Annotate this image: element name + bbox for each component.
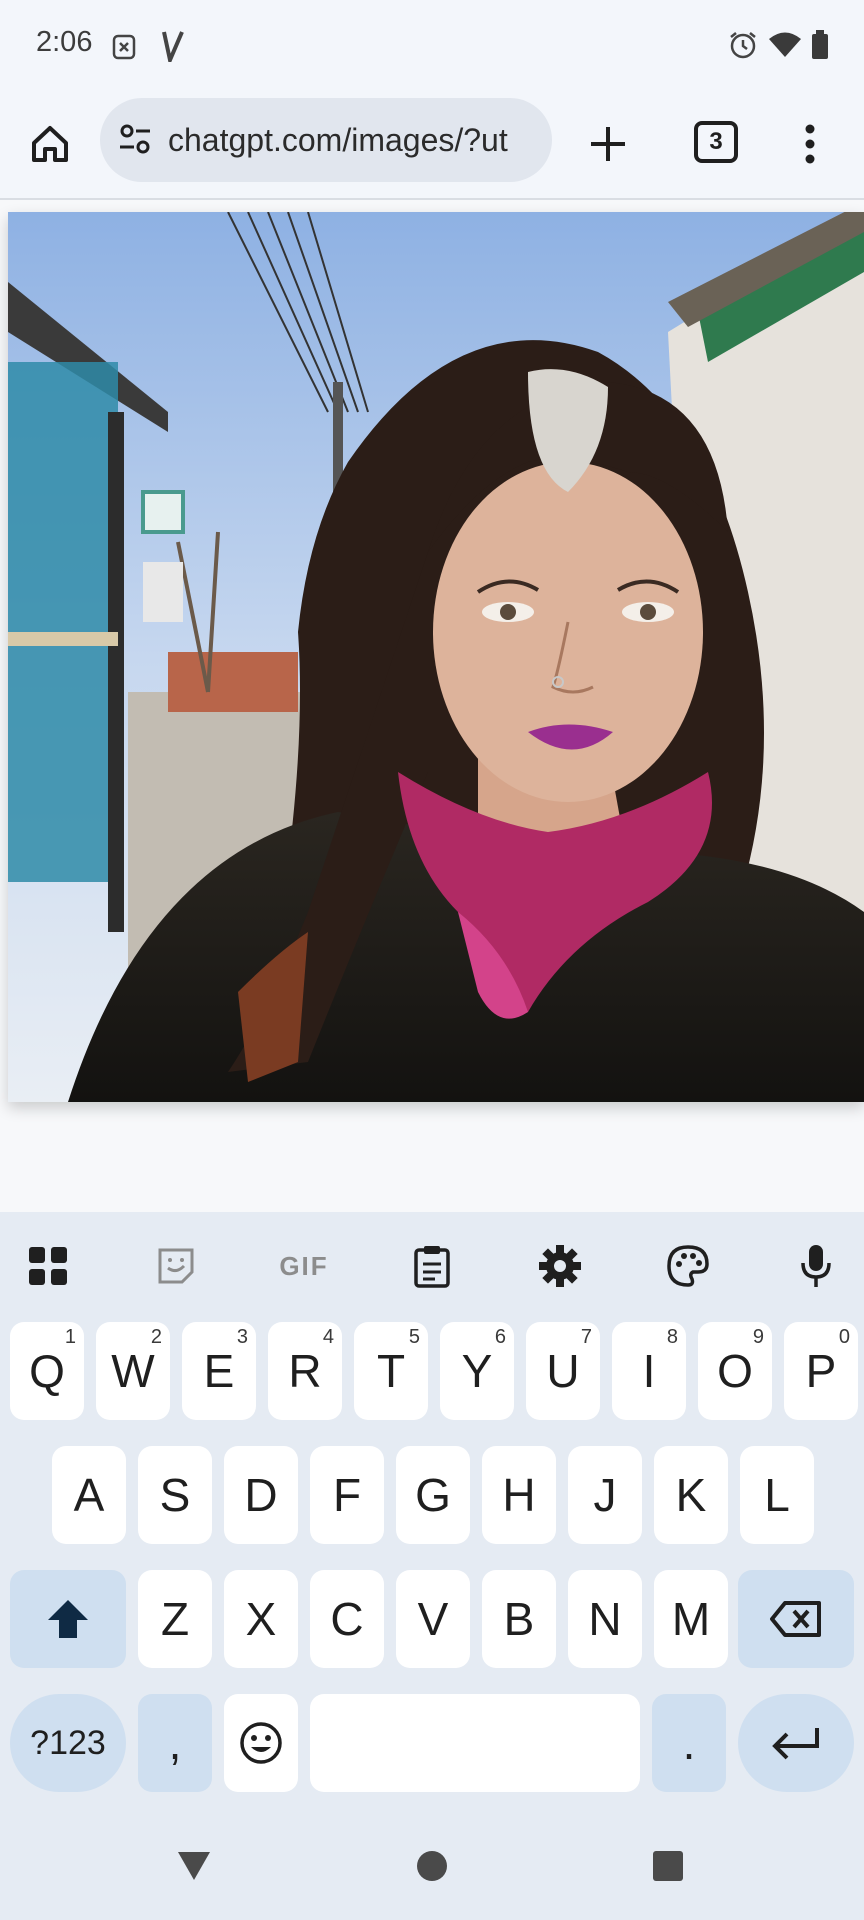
key-e[interactable]: E3 (182, 1322, 256, 1420)
key-p[interactable]: P0 (784, 1322, 858, 1420)
key-b[interactable]: B (482, 1570, 556, 1668)
key-hint: 4 (322, 1326, 334, 1348)
key-hint: 0 (838, 1326, 850, 1348)
menu-dots-icon[interactable] (780, 114, 840, 174)
mic-icon[interactable] (784, 1234, 848, 1298)
key-u[interactable]: U7 (526, 1322, 600, 1420)
enter-arrow-icon (772, 1728, 819, 1760)
system-nav-bar (0, 1818, 864, 1920)
key-k[interactable]: K (654, 1446, 728, 1544)
soft-keyboard: GIF Q1 W2 E3 R4 T5 Y6 U7 I8 O9 P0 A S D … (0, 1212, 864, 1818)
key-label: R (288, 1345, 322, 1397)
key-f[interactable]: F (310, 1446, 384, 1544)
key-x[interactable]: X (224, 1570, 298, 1668)
key-label: E (203, 1345, 235, 1397)
status-time: 2:06 (36, 26, 93, 58)
backspace-key[interactable] (738, 1570, 854, 1668)
key-label: I (642, 1345, 656, 1397)
selfie-photo[interactable] (8, 212, 864, 1102)
key-hint: 3 (236, 1326, 248, 1348)
status-bar: 2:06 (0, 0, 864, 92)
key-label: W (111, 1345, 155, 1397)
battery-icon (810, 30, 830, 65)
alarm-icon (728, 30, 758, 65)
key-y[interactable]: Y6 (440, 1322, 514, 1420)
key-hint: 5 (408, 1326, 420, 1348)
notification-x-icon (112, 34, 136, 65)
wifi-icon (768, 32, 802, 63)
key-label: O (717, 1345, 753, 1397)
shift-arrow-icon (48, 1600, 88, 1638)
key-c[interactable]: C (310, 1570, 384, 1668)
key-hint: 8 (666, 1326, 678, 1348)
key-hint: 9 (752, 1326, 764, 1348)
key-label: U (546, 1345, 580, 1397)
site-settings-icon[interactable] (118, 122, 152, 161)
gif-icon[interactable]: GIF (272, 1234, 336, 1298)
emoji-key[interactable] (224, 1694, 298, 1792)
emoji-icon (240, 1722, 282, 1764)
comma-key[interactable]: , (138, 1694, 212, 1792)
key-m[interactable]: M (654, 1570, 728, 1668)
key-q[interactable]: Q1 (10, 1322, 84, 1420)
key-label: Y (461, 1345, 493, 1397)
page-content (0, 200, 864, 1212)
settings-gear-icon[interactable] (528, 1234, 592, 1298)
key-label: P (805, 1345, 837, 1397)
home-circle-icon[interactable] (416, 1850, 448, 1887)
key-o[interactable]: O9 (698, 1322, 772, 1420)
key-w[interactable]: W2 (96, 1322, 170, 1420)
symbols-key[interactable]: ?123 (10, 1694, 126, 1792)
sticker-icon[interactable] (144, 1234, 208, 1298)
space-key[interactable] (310, 1694, 640, 1792)
key-label: T (376, 1345, 406, 1397)
key-h[interactable]: H (482, 1446, 556, 1544)
key-l[interactable]: L (740, 1446, 814, 1544)
enter-key[interactable] (738, 1694, 854, 1792)
key-g[interactable]: G (396, 1446, 470, 1544)
tab-switcher-button[interactable]: 3 (694, 121, 738, 163)
key-t[interactable]: T5 (354, 1322, 428, 1420)
key-hint: 7 (580, 1326, 592, 1348)
key-hint: 6 (494, 1326, 506, 1348)
clipboard-icon[interactable] (400, 1234, 464, 1298)
new-tab-plus-icon[interactable] (578, 114, 638, 174)
key-hint: 2 (150, 1326, 162, 1348)
key-n[interactable]: N (568, 1570, 642, 1668)
key-a[interactable]: A (52, 1446, 126, 1544)
key-hint: 1 (64, 1326, 76, 1348)
home-icon[interactable] (20, 114, 80, 174)
palette-icon[interactable] (656, 1234, 720, 1298)
key-d[interactable]: D (224, 1446, 298, 1544)
key-s[interactable]: S (138, 1446, 212, 1544)
key-label: Q (29, 1345, 65, 1397)
back-triangle-icon[interactable] (176, 1850, 212, 1887)
apps-grid-icon[interactable] (16, 1234, 80, 1298)
app-v-icon (160, 30, 184, 67)
key-j[interactable]: J (568, 1446, 642, 1544)
key-v[interactable]: V (396, 1570, 470, 1668)
url-text[interactable]: chatgpt.com/images/?ut (168, 122, 508, 159)
key-z[interactable]: Z (138, 1570, 212, 1668)
period-key[interactable]: . (652, 1694, 726, 1792)
address-bar[interactable]: chatgpt.com/images/?ut (100, 98, 552, 182)
recents-square-icon[interactable] (652, 1850, 684, 1887)
backspace-icon (770, 1601, 821, 1637)
shift-key[interactable] (10, 1570, 126, 1668)
key-r[interactable]: R4 (268, 1322, 342, 1420)
key-i[interactable]: I8 (612, 1322, 686, 1420)
